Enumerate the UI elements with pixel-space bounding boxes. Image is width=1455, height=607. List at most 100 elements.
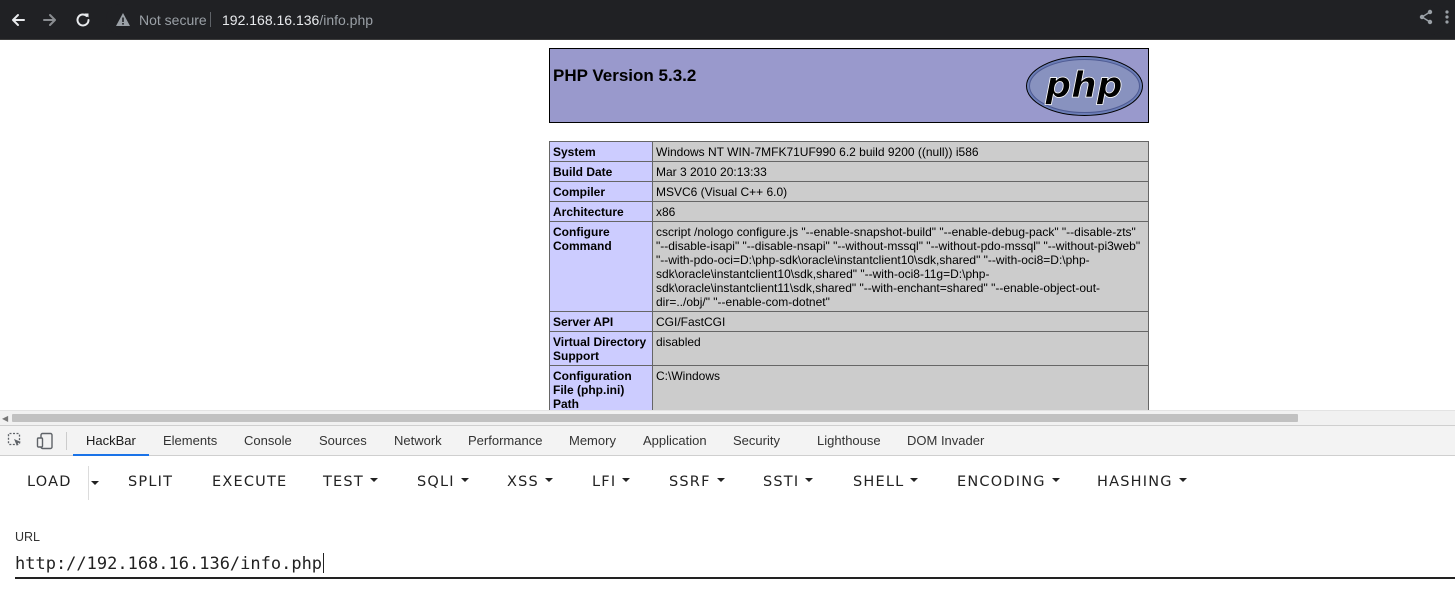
encoding-button[interactable]: ENCODING [957, 474, 1060, 492]
warning-icon[interactable] [115, 12, 131, 32]
url-input-value: http://192.168.16.136/info.php [15, 554, 323, 574]
scrollbar-thumb[interactable] [12, 414, 1298, 422]
address-divider [210, 12, 211, 27]
phpinfo-value: MSVC6 (Visual C++ 6.0) [652, 181, 1149, 202]
phpinfo-row: Architecture x86 [549, 201, 1149, 222]
load-divider [88, 466, 89, 500]
phpinfo-key: System [549, 141, 653, 162]
security-status-label[interactable]: Not secure [139, 12, 207, 28]
hackbar-button-label: SPLIT [128, 474, 174, 490]
shell-button[interactable]: SHELL [853, 474, 919, 492]
tab-hackbar[interactable]: HackBar [73, 426, 149, 456]
phpinfo-table: System Windows NT WIN-7MFK71UF990 6.2 bui… [549, 141, 1149, 410]
phpinfo-key: Configure Command [549, 221, 653, 312]
hackbar-button-label: LOAD [27, 474, 72, 490]
more-menu-icon[interactable] [1444, 9, 1450, 30]
phpinfo-value: disabled [652, 331, 1149, 366]
phpinfo-row: Server API CGI/FastCGI [549, 311, 1149, 332]
address-url[interactable]: 192.168.16.136/info.php [222, 12, 373, 28]
phpinfo-value: x86 [652, 201, 1149, 222]
execute-button[interactable]: EXECUTE [212, 474, 287, 492]
chevron-down-icon [544, 478, 553, 482]
phpinfo-row: Compiler MSVC6 (Visual C++ 6.0) [549, 181, 1149, 202]
reload-icon[interactable] [71, 8, 95, 32]
tab-application[interactable]: Application [643, 426, 707, 456]
ssrf-button[interactable]: SSRF [669, 474, 725, 492]
phpinfo-row: Virtual Directory Support disabled [549, 331, 1149, 366]
text-cursor [323, 553, 325, 573]
share-icon[interactable] [1418, 9, 1434, 30]
tab-lighthouse[interactable]: Lighthouse [817, 426, 881, 456]
forward-arrow-icon[interactable] [38, 8, 62, 32]
hackbar-button-label: SHELL [853, 474, 905, 490]
tab-network[interactable]: Network [394, 426, 442, 456]
tab-dom-invader[interactable]: DOM Invader [907, 426, 984, 456]
php-logo[interactable]: php [1025, 55, 1144, 122]
phpinfo-row: Configure Command cscript /nologo configu… [549, 221, 1149, 312]
phpinfo-key: Server API [549, 311, 653, 332]
hackbar-button-label: HASHING [1097, 474, 1173, 490]
phpinfo-key: Compiler [549, 181, 653, 202]
phpinfo-row: Configuration File (php.ini) Path C:\Wind… [549, 365, 1149, 410]
xss-button[interactable]: XSS [507, 474, 553, 492]
hackbar-button-label: LFI [592, 474, 617, 490]
hackbar-button-label: SSTI [763, 474, 800, 490]
url-host: 192.168.16.136 [222, 12, 320, 28]
tab-memory[interactable]: Memory [569, 426, 616, 456]
url-path: /info.php [319, 12, 374, 28]
php-version-title: PHP Version 5.3.2 [553, 66, 697, 85]
inspect-element-icon[interactable] [7, 432, 23, 453]
phpinfo-key: Configuration File (php.ini) Path [549, 365, 653, 410]
php-version-header: PHP Version 5.3.2 php [549, 48, 1149, 123]
phpinfo-value: CGI/FastCGI [652, 311, 1149, 332]
sqli-button[interactable]: SQLI [417, 474, 469, 492]
hackbar-button-label: EXECUTE [212, 474, 288, 490]
tab-security[interactable]: Security [733, 426, 780, 456]
devtools-panel: HackBar Elements Console Sources Network Perf… [0, 425, 1455, 607]
hackbar-button-label: ENCODING [957, 474, 1046, 490]
split-button[interactable]: SPLIT [128, 474, 173, 492]
phpinfo-key: Build Date [549, 161, 653, 182]
chevron-down-icon [805, 478, 814, 482]
hackbar-button-label: TEST [323, 474, 364, 490]
phpinfo-value: C:\Windows [652, 365, 1149, 410]
hackbar-button-label: XSS [507, 474, 539, 490]
url-label: URL [15, 530, 41, 544]
phpinfo-value: Windows NT WIN-7MFK71UF990 6.2 build 920… [652, 141, 1149, 162]
load-dropdown-icon[interactable] [91, 481, 99, 485]
chevron-down-icon [716, 478, 725, 482]
chevron-down-icon [910, 478, 919, 482]
hashing-button[interactable]: HASHING [1097, 474, 1187, 492]
device-toolbar-icon[interactable] [36, 432, 54, 455]
scroll-left-icon[interactable]: ◀ [2, 414, 8, 423]
hackbar-toolbar: LOAD SPLIT EXECUTE TEST SQLI XSS LFI SSRF SSTI SH… [0, 457, 1455, 509]
url-input[interactable]: http://192.168.16.136/info.php [15, 551, 1455, 579]
chevron-down-icon [1051, 478, 1060, 482]
phpinfo-key: Virtual Directory Support [549, 331, 653, 366]
phpinfo-value: cscript /nologo configure.js "--enable-s… [652, 221, 1149, 312]
ssti-button[interactable]: SSTI [763, 474, 814, 492]
browser-toolbar: Not secure 192.168.16.136/info.php [0, 0, 1455, 40]
horizontal-scrollbar[interactable]: ◀ [0, 410, 1455, 425]
chevron-down-icon [622, 478, 631, 482]
tab-sources[interactable]: Sources [319, 426, 367, 456]
page-viewport: PHP Version 5.3.2 php System Windows NT W… [0, 40, 1455, 410]
hackbar-button-label: SQLI [417, 474, 455, 490]
chevron-down-icon [369, 478, 378, 482]
chevron-down-icon [460, 478, 469, 482]
devtools-divider [66, 432, 67, 450]
phpinfo-row: Build Date Mar 3 2010 20:13:33 [549, 161, 1149, 182]
tab-performance[interactable]: Performance [468, 426, 542, 456]
tab-console[interactable]: Console [244, 426, 292, 456]
load-button[interactable]: LOAD [27, 474, 72, 492]
test-button[interactable]: TEST [323, 474, 378, 492]
back-arrow-icon[interactable] [6, 8, 30, 32]
tab-elements[interactable]: Elements [163, 426, 217, 456]
devtools-tabbar: HackBar Elements Console Sources Network Perf… [0, 426, 1455, 456]
phpinfo-value: Mar 3 2010 20:13:33 [652, 161, 1149, 182]
chevron-down-icon [1178, 478, 1187, 482]
phpinfo-row: System Windows NT WIN-7MFK71UF990 6.2 bui… [549, 141, 1149, 162]
address-bar[interactable]: Not secure 192.168.16.136/info.php [106, 4, 1446, 35]
php-logo-text: php [1044, 65, 1122, 106]
lfi-button[interactable]: LFI [592, 474, 631, 492]
